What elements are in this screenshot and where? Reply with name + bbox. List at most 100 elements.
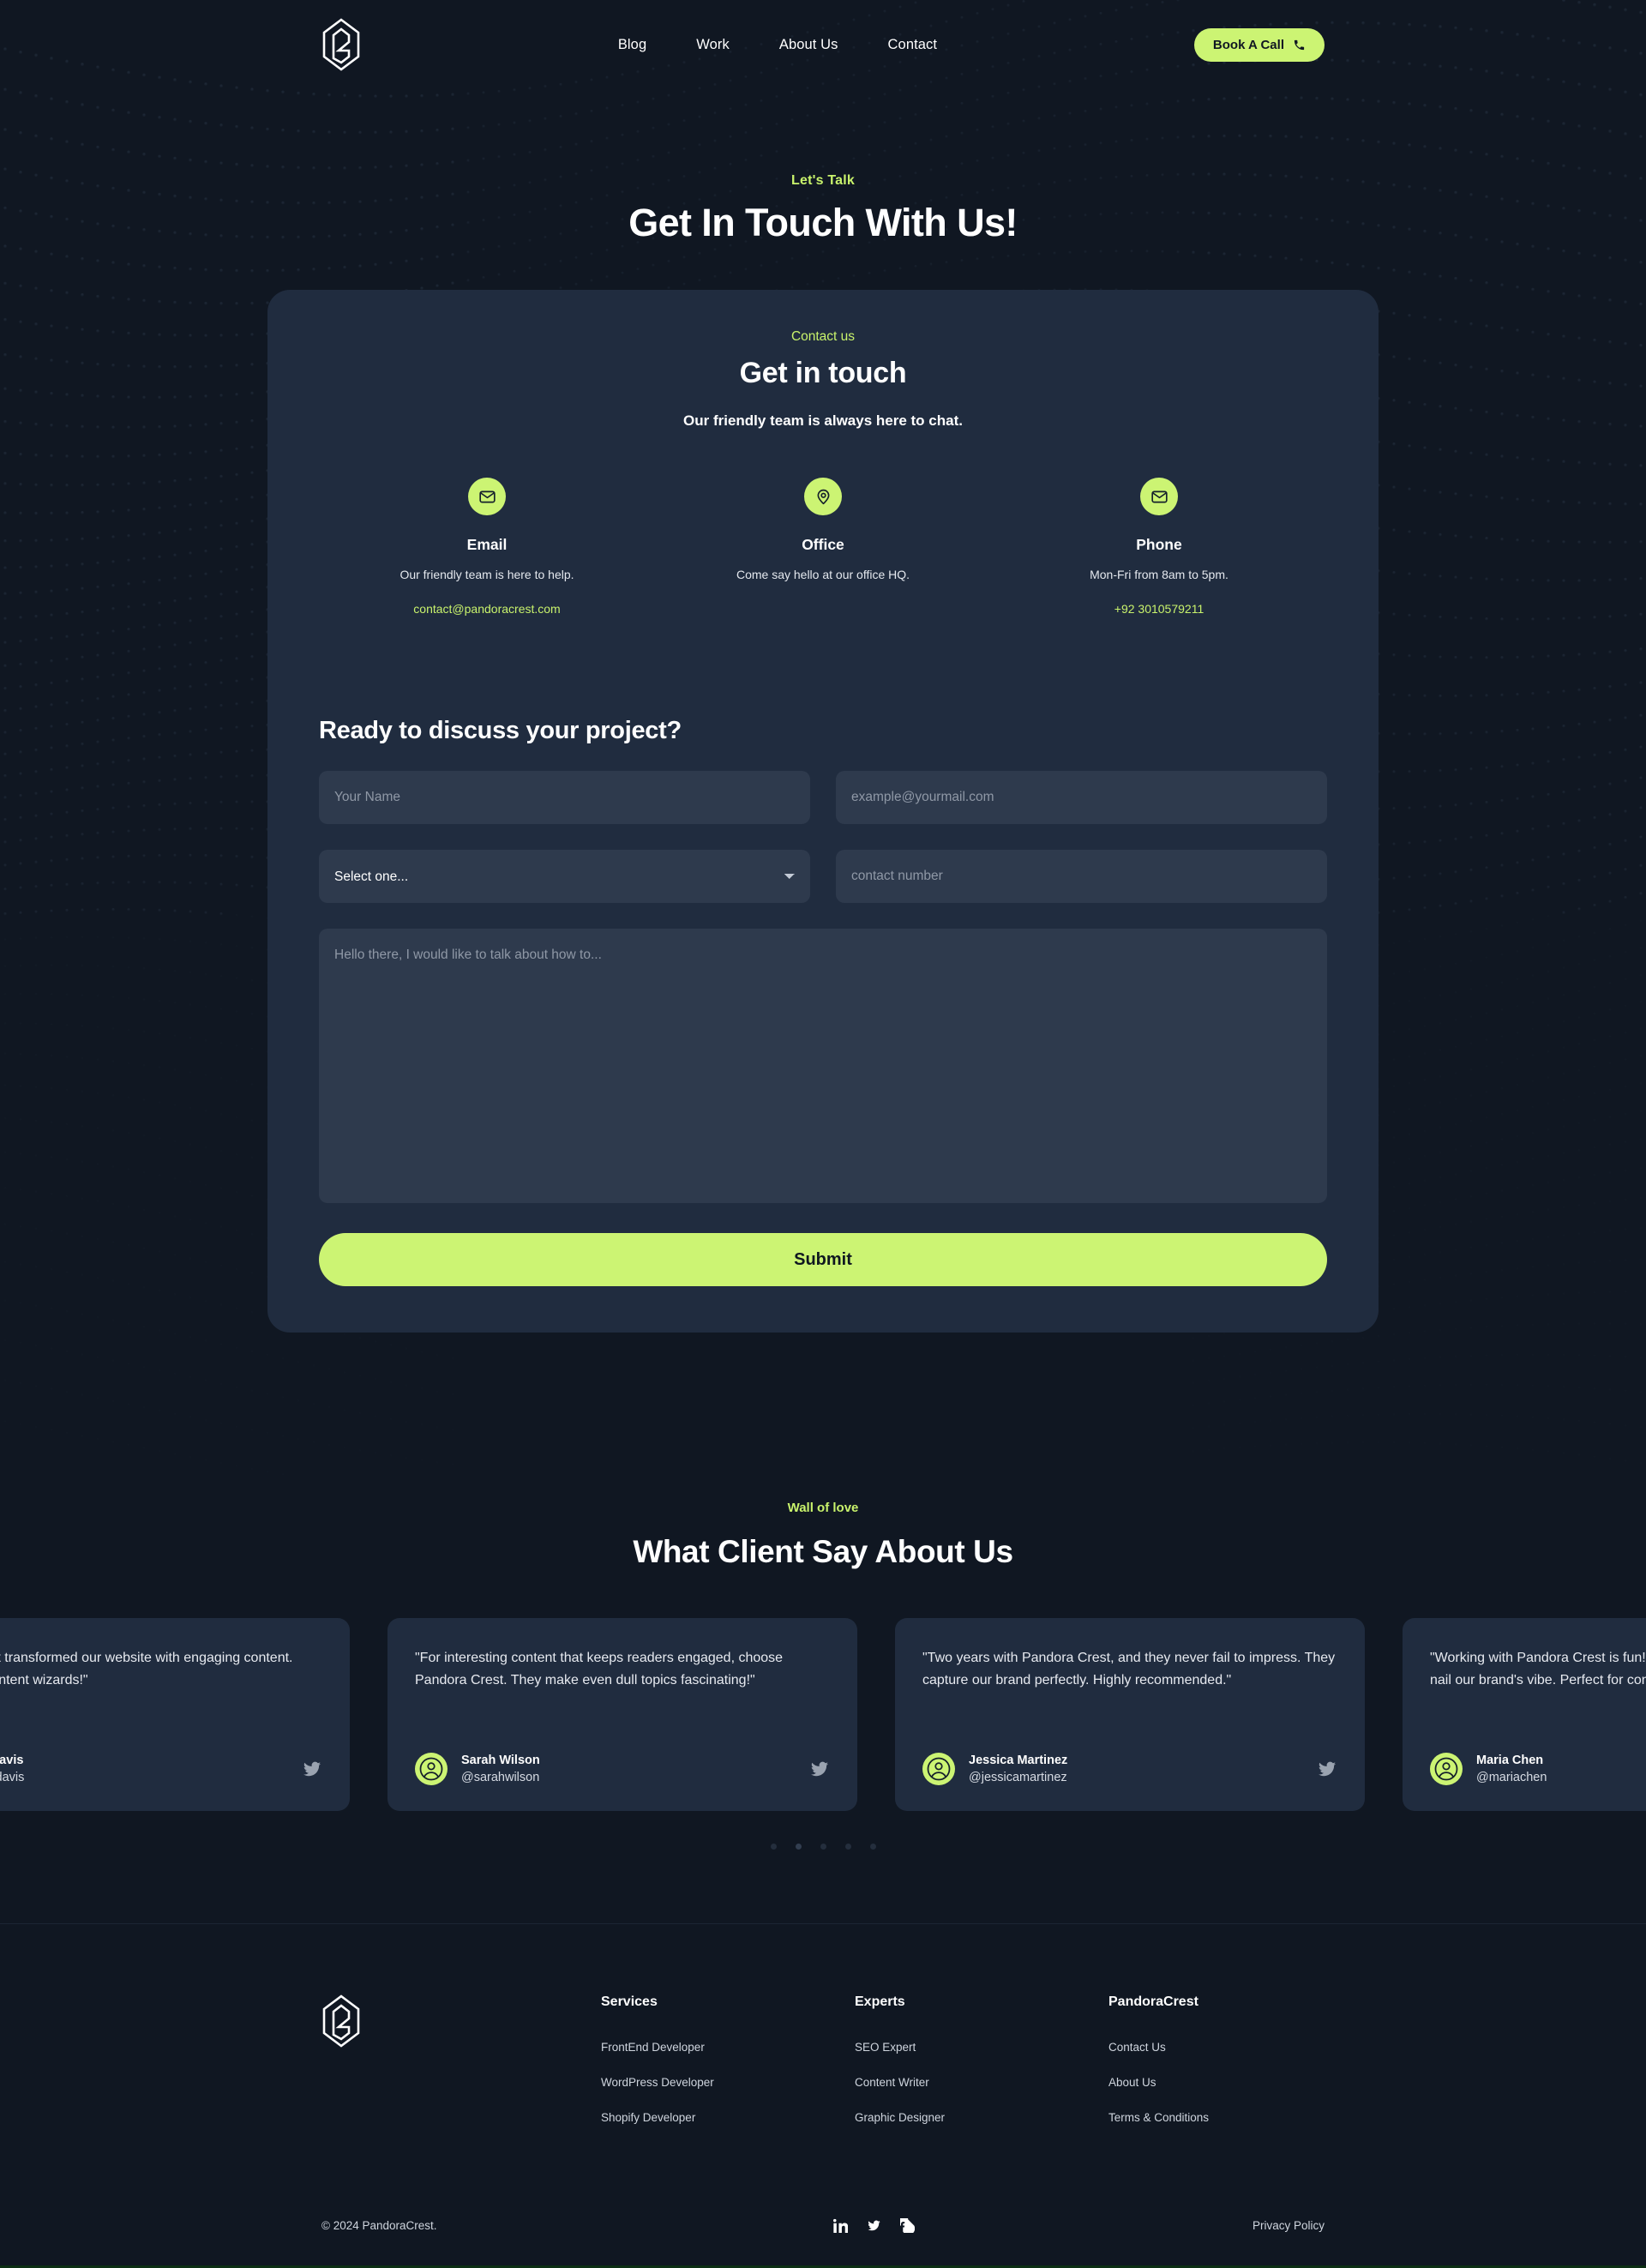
testimonial-name: Maria Chen [1476, 1754, 1544, 1767]
nav-link-blog[interactable]: Blog [618, 37, 646, 53]
mail-icon [1140, 478, 1178, 515]
phone-input[interactable] [836, 850, 1327, 903]
carousel-dot[interactable] [844, 1844, 851, 1850]
testimonial-handle: @jessicamartinez [969, 1771, 1067, 1784]
contact-method-title: Office [802, 536, 844, 553]
footer-link[interactable]: Terms & Conditions [1108, 2111, 1209, 2124]
form-title: Ready to discuss your project? [319, 717, 682, 744]
carousel-dot[interactable] [770, 1844, 777, 1850]
contact-method-email: Email Our friendly team is here to help.… [319, 478, 655, 616]
carousel-dots [0, 1844, 1646, 1850]
contact-method-office: Office Come say hello at our office HQ. [655, 478, 991, 616]
hero-eyebrow: Let's Talk [791, 173, 855, 188]
map-pin-icon [804, 478, 842, 515]
phone-icon [1293, 39, 1306, 51]
footer-link[interactable]: Graphic Designer [855, 2111, 1108, 2124]
linkedin-icon[interactable] [832, 2218, 848, 2233]
footer-column-experts: Experts SEO Expert Content Writer Graphi… [855, 1994, 1108, 2124]
testimonial-handle: @sarahwilson [461, 1771, 540, 1784]
footer-link[interactable]: Shopify Developer [601, 2111, 855, 2124]
nav-link-about-us[interactable]: About Us [779, 37, 838, 53]
carousel-dot[interactable] [820, 1844, 826, 1850]
twitter-icon[interactable] [1317, 1759, 1337, 1779]
footer-link[interactable]: SEO Expert [855, 2041, 1108, 2054]
testimonial-card: "Working with Pandora Crest is fun! They… [1403, 1618, 1646, 1811]
testimonial-card: "Two years with Pandora Crest, and they … [895, 1618, 1365, 1811]
testimonial-footer: Emily Davis @emilydavis [0, 1753, 322, 1785]
footer-link[interactable]: About Us [1108, 2076, 1209, 2089]
testimonial-card: "For interesting content that keeps read… [387, 1618, 857, 1811]
testimonial-person: Sarah Wilson @sarahwilson [461, 1754, 540, 1784]
testimonials-carousel[interactable]: "Pandora Crest transformed our website w… [0, 1618, 1646, 1811]
twitter-icon[interactable] [867, 2218, 881, 2233]
book-a-call-label: Book A Call [1212, 37, 1284, 52]
contact-method-description: Come say hello at our office HQ. [736, 568, 910, 581]
nav-links: Blog Work About Us Contact [618, 37, 937, 53]
pandoracrest-logo-icon[interactable] [321, 1994, 361, 2048]
footer-top: Services FrontEnd Developer WordPress De… [0, 1994, 1646, 2124]
testimonial-text: "Working with Pandora Crest is fun! They… [1430, 1651, 1646, 1688]
contact-card-eyebrow: Contact us [790, 329, 856, 344]
testimonials-eyebrow: Wall of love [787, 1501, 859, 1515]
book-a-call-button[interactable]: Book A Call [1193, 27, 1325, 62]
testimonial-footer: Sarah Wilson @sarahwilson [415, 1753, 830, 1785]
message-textarea[interactable] [319, 929, 1327, 1203]
testimonial-footer: Maria Chen @mariachen [1430, 1753, 1646, 1785]
testimonial-person: Jessica Martinez @jessicamartinez [969, 1754, 1067, 1784]
submit-button[interactable]: Submit [319, 1233, 1327, 1286]
nav-link-contact[interactable]: Contact [888, 37, 938, 53]
mail-icon [468, 478, 506, 515]
twitter-icon[interactable] [302, 1759, 322, 1779]
top-navigation-bar: Blog Work About Us Contact Book A Call [0, 0, 1646, 89]
testimonials-title: What Client Say About Us [633, 1534, 1013, 1569]
hero-section: Blog Work About Us Contact Book A Call L… [0, 0, 1646, 1475]
avatar [1430, 1753, 1463, 1785]
site-footer: Services FrontEnd Developer WordPress De… [0, 1923, 1646, 2268]
testimonial-person: Maria Chen @mariachen [1476, 1754, 1547, 1784]
contact-card-subtitle: Our friendly team is always here to chat… [683, 412, 963, 429]
footer-column-services: Services FrontEnd Developer WordPress De… [601, 1994, 855, 2124]
contact-method-email-value[interactable]: contact@pandoracrest.com [413, 602, 560, 616]
testimonial-text: "For interesting content that keeps read… [415, 1651, 784, 1688]
footer-link[interactable]: Contact Us [1108, 2041, 1209, 2054]
testimonial-name: Sarah Wilson [461, 1754, 540, 1767]
footer-column-title: Experts [855, 1994, 905, 2009]
testimonial-footer: Jessica Martinez @jessicamartinez [922, 1753, 1337, 1785]
footer-link[interactable]: FrontEnd Developer [601, 2041, 855, 2054]
form-row-2: Select one... [319, 850, 1327, 903]
hero-heading-group: Let's Talk Get In Touch With Us! [0, 173, 1646, 245]
testimonial-handle: @emilydavis [0, 1771, 25, 1784]
privacy-policy-link[interactable]: Privacy Policy [1253, 2219, 1325, 2232]
contact-methods: Email Our friendly team is here to help.… [319, 478, 1327, 616]
contact-method-title: Email [466, 536, 508, 553]
testimonial-name: Jessica Martinez [969, 1754, 1068, 1767]
copyright-text: © 2024 PandoraCrest. [321, 2219, 437, 2232]
testimonial-person: Emily Davis @emilydavis [0, 1754, 24, 1784]
testimonials-section: Wall of love What Client Say About Us "P… [0, 1475, 1646, 1923]
carousel-dot[interactable] [869, 1844, 876, 1850]
email-input[interactable] [836, 771, 1327, 824]
twitter-icon[interactable] [809, 1759, 830, 1779]
contact-method-description: Our friendly team is here to help. [399, 568, 574, 581]
contact-method-description: Mon-Fri from 8am to 5pm. [1090, 568, 1228, 581]
contact-card-title: Get in touch [739, 357, 907, 389]
page-title: Get In Touch With Us! [628, 201, 1018, 244]
footer-bottom: © 2024 PandoraCrest. Privacy Policy [0, 2218, 1646, 2265]
facebook-icon[interactable] [899, 2218, 915, 2233]
contact-card: Contact us Get in touch Our friendly tea… [267, 290, 1379, 1333]
nav-link-work[interactable]: Work [696, 37, 730, 53]
testimonial-text: "Two years with Pandora Crest, and they … [922, 1651, 1336, 1688]
footer-link[interactable]: WordPress Developer [601, 2076, 855, 2089]
avatar [922, 1753, 955, 1785]
carousel-dot-active[interactable] [795, 1844, 802, 1850]
footer-link[interactable]: Content Writer [855, 2076, 1108, 2089]
contact-method-phone: Phone Mon-Fri from 8am to 5pm. +92 30105… [991, 478, 1327, 616]
pandoracrest-logo-icon[interactable] [321, 18, 361, 71]
name-input[interactable] [319, 771, 810, 824]
service-select[interactable]: Select one... [319, 850, 810, 903]
footer-column-pandoracrest: PandoraCrest Contact Us About Us Terms &… [1108, 1994, 1209, 2124]
testimonial-name: Emily Davis [0, 1754, 24, 1767]
contact-method-phone-value[interactable]: +92 3010579211 [1114, 602, 1204, 616]
form-row-1 [319, 771, 1327, 824]
avatar [415, 1753, 448, 1785]
